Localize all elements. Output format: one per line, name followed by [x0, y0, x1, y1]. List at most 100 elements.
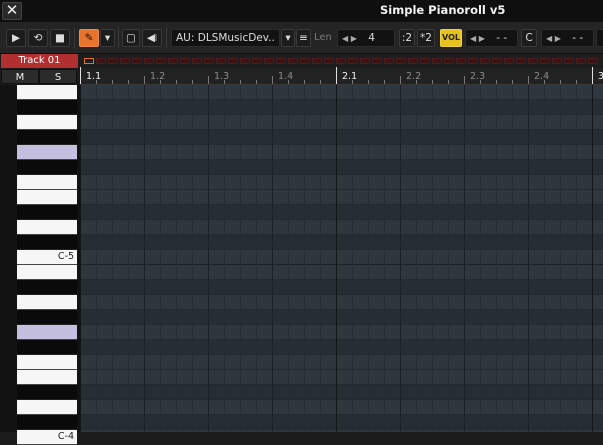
marker-cell[interactable] [408, 58, 418, 64]
marker-cell[interactable] [204, 58, 214, 64]
divide-by-2-button[interactable]: :2 [399, 29, 415, 47]
piano-key[interactable]: C-4 [17, 430, 77, 445]
marker-strip[interactable] [80, 54, 603, 68]
piano-key[interactable] [17, 175, 77, 190]
marker-cell[interactable] [168, 58, 178, 64]
marker-cell[interactable] [456, 58, 466, 64]
piano-key[interactable] [17, 235, 77, 250]
marker-cell[interactable] [372, 58, 382, 64]
loop-button[interactable]: ⟲ [28, 29, 48, 47]
piano-key[interactable] [17, 385, 77, 400]
sub-line [544, 85, 545, 432]
value-stepper-1[interactable]: ◀ ▶ - - [465, 29, 518, 47]
tool-dropdown-button[interactable]: ▾ [100, 29, 115, 47]
grid-row [80, 250, 603, 265]
marker-cell[interactable] [504, 58, 514, 64]
marker-cell[interactable] [240, 58, 250, 64]
piano-key[interactable] [17, 340, 77, 355]
piano-key[interactable] [17, 115, 77, 130]
marker-cell[interactable] [288, 58, 298, 64]
piano-key[interactable] [17, 220, 77, 235]
piano-key[interactable] [17, 295, 77, 310]
piano-key[interactable] [17, 85, 77, 100]
instrument-menu-button[interactable]: ≡ [296, 29, 311, 47]
marker-cell[interactable] [480, 58, 490, 64]
mute-button[interactable]: M [1, 69, 39, 84]
marker-cell[interactable] [96, 58, 106, 64]
note-grid[interactable] [80, 85, 603, 432]
piano-key[interactable] [17, 415, 77, 430]
marker-cell[interactable] [144, 58, 154, 64]
piano-key[interactable] [17, 130, 77, 145]
piano-key[interactable]: C-5 [17, 250, 77, 265]
marker-cell[interactable] [132, 58, 142, 64]
marker-cell[interactable] [264, 58, 274, 64]
marker-cell[interactable] [312, 58, 322, 64]
piano-key[interactable] [17, 280, 77, 295]
close-button[interactable]: ✕ [2, 2, 22, 20]
marker-cell[interactable] [192, 58, 202, 64]
marker-cell[interactable] [384, 58, 394, 64]
select-tool-button[interactable]: ▢ [122, 29, 140, 47]
marker-cell[interactable] [396, 58, 406, 64]
marker-cell[interactable] [84, 58, 94, 64]
piano-key[interactable] [17, 355, 77, 370]
marker-cell[interactable] [228, 58, 238, 64]
instrument-dropdown-button[interactable]: ▾ [281, 29, 295, 47]
piano-key[interactable] [17, 145, 77, 160]
ruler-label: 2.2 [406, 71, 422, 82]
marker-cell[interactable] [420, 58, 430, 64]
marker-cell[interactable] [300, 58, 310, 64]
ruler-tick [528, 76, 529, 84]
marker-cell[interactable] [492, 58, 502, 64]
marker-cell[interactable] [360, 58, 370, 64]
play-button[interactable]: ▶ [6, 29, 26, 47]
audition-button[interactable]: ◀⧘ [142, 29, 162, 47]
piano-keyboard[interactable]: C-5 C-4 [0, 85, 80, 445]
piano-key[interactable] [17, 370, 77, 385]
multiply-by-2-button[interactable]: *2 [417, 29, 435, 47]
marker-cell[interactable] [468, 58, 478, 64]
marker-cell[interactable] [588, 58, 598, 64]
marker-cell[interactable] [108, 58, 118, 64]
len-stepper[interactable]: ◀ ▶ 4 [337, 29, 395, 47]
marker-cell[interactable] [540, 58, 550, 64]
piano-key[interactable] [17, 325, 77, 340]
instrument-select[interactable]: AU: DLSMusicDev.. [171, 29, 280, 47]
marker-cell[interactable] [348, 58, 358, 64]
toolbar-overflow-control[interactable] [596, 29, 603, 47]
key-select[interactable]: C [521, 29, 537, 47]
marker-cell[interactable] [276, 58, 286, 64]
marker-cell[interactable] [180, 58, 190, 64]
piano-key[interactable] [17, 100, 77, 115]
marker-cell[interactable] [336, 58, 346, 64]
marker-cell[interactable] [120, 58, 130, 64]
timeline-ruler[interactable]: 1.1 1.2 1.3 1.4 2.1 2.2 2.3 2.4 3 [80, 67, 603, 85]
marker-cell[interactable] [324, 58, 334, 64]
grid-row [80, 130, 603, 145]
marker-cell[interactable] [252, 58, 262, 64]
marker-cell[interactable] [564, 58, 574, 64]
marker-cell[interactable] [552, 58, 562, 64]
piano-key[interactable] [17, 265, 77, 280]
pencil-tool-button[interactable]: ✎ [79, 29, 99, 47]
marker-cell[interactable] [516, 58, 526, 64]
piano-key[interactable] [17, 205, 77, 220]
marker-cell[interactable] [576, 58, 586, 64]
piano-key[interactable] [17, 160, 77, 175]
marker-cell[interactable] [432, 58, 442, 64]
track-name[interactable]: Track 01 [1, 54, 78, 68]
piano-key[interactable] [17, 400, 77, 415]
ruler-tick [208, 76, 209, 84]
piano-key[interactable] [17, 310, 77, 325]
grid-row [80, 100, 603, 115]
velocity-button[interactable]: VOL [440, 29, 462, 47]
value-stepper-2[interactable]: ◀ ▶ - - [541, 29, 594, 47]
stop-button[interactable]: ■ [50, 29, 70, 47]
marker-cell[interactable] [216, 58, 226, 64]
piano-key[interactable] [17, 190, 77, 205]
marker-cell[interactable] [528, 58, 538, 64]
marker-cell[interactable] [444, 58, 454, 64]
solo-button[interactable]: S [39, 69, 77, 84]
marker-cell[interactable] [156, 58, 166, 64]
